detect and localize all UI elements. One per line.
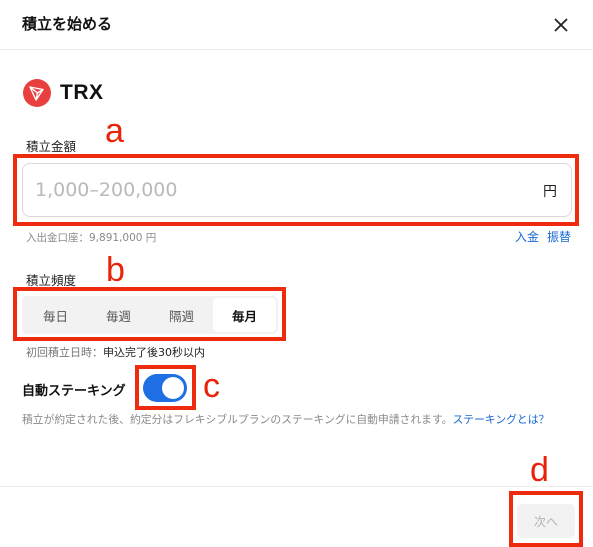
auto-staking-label: 自動ステーキング bbox=[22, 384, 126, 399]
amount-unit: 円 bbox=[543, 184, 557, 200]
transfer-link[interactable]: 振替 bbox=[547, 230, 571, 244]
tron-icon bbox=[23, 79, 51, 107]
asset-header: TRX bbox=[23, 79, 104, 107]
staking-description: 積立が約定された後、約定分はフレキシブルプランのステーキングに自動申請されます。… bbox=[22, 412, 577, 428]
frequency-option-weekly[interactable]: 毎週 bbox=[87, 298, 150, 332]
amount-input[interactable] bbox=[35, 164, 505, 216]
annotation-label-a: a bbox=[105, 112, 124, 150]
amount-label: 積立金額 bbox=[26, 139, 77, 154]
amount-field: 円 bbox=[22, 163, 572, 217]
staking-description-text: 積立が約定された後、約定分はフレキシブルプランのステーキングに自動申請されます。 bbox=[22, 413, 453, 426]
frequency-selector: 毎日 毎週 隔週 毎月 bbox=[22, 296, 278, 334]
modal-title: 積立を始める bbox=[22, 15, 113, 33]
modal-footer bbox=[0, 486, 593, 547]
frequency-option-biweekly[interactable]: 隔週 bbox=[150, 298, 213, 332]
frequency-option-daily[interactable]: 毎日 bbox=[24, 298, 87, 332]
modal-header: 積立を始める bbox=[0, 0, 593, 50]
frequency-option-monthly[interactable]: 毎月 bbox=[213, 298, 276, 332]
annotation-label-c: c bbox=[203, 367, 220, 405]
toggle-knob bbox=[162, 377, 184, 399]
first-date: 初回積立日時：申込完了後30秒以内 bbox=[26, 344, 205, 360]
asset-name: TRX bbox=[60, 81, 104, 104]
account-links: 入金 振替 bbox=[507, 228, 571, 245]
annotation-label-b: b bbox=[106, 251, 125, 289]
auto-staking-toggle[interactable] bbox=[143, 374, 187, 402]
staking-info-link[interactable]: ステーキングとは？ bbox=[452, 413, 549, 426]
first-date-value: 申込完了後30秒以内 bbox=[103, 346, 205, 359]
deposit-link[interactable]: 入金 bbox=[515, 230, 539, 244]
next-button[interactable]: 次へ bbox=[517, 504, 575, 538]
close-icon bbox=[554, 18, 568, 32]
annotation-label-d: d bbox=[530, 451, 549, 489]
first-date-label: 初回積立日時： bbox=[26, 346, 103, 359]
close-button[interactable] bbox=[548, 12, 574, 38]
balance-text: 入出金口座：9,891,000 円 bbox=[26, 232, 157, 244]
